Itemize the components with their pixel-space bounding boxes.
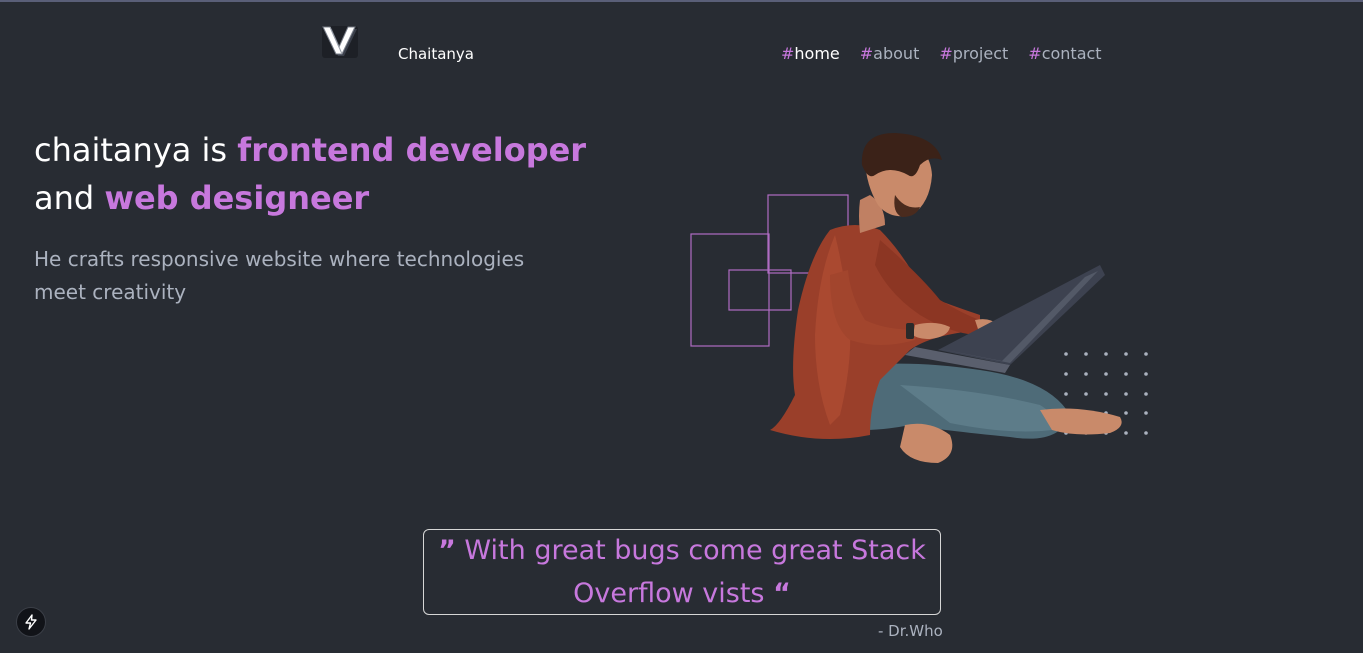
page: Chaitanya #home #about #project #contact… [0,0,1363,653]
nav-label: project [952,44,1009,63]
nav-contact[interactable]: #contact [1028,44,1101,64]
nav-label: home [794,44,840,63]
hero-title-accent-role: web designeer [104,179,370,217]
nav-home[interactable]: #home [781,44,840,64]
v-logo-icon[interactable] [320,23,362,61]
quote-box: ” With great bugs come great Stack Overf… [423,529,941,615]
nav-label: about [873,44,920,63]
main-nav: #home #about #project #contact [781,44,1102,64]
hero-title-accent-role: frontend developer [237,131,587,169]
nav-project[interactable]: #project [939,44,1008,64]
hero-title-text: chaitanya is [34,131,238,169]
nav-about[interactable]: #about [860,44,920,64]
nav-hash: # [939,44,953,63]
nav-hash: # [1028,44,1042,63]
nav-hash: # [859,44,874,63]
top-border [0,0,1363,2]
nav-label: contact [1041,44,1102,63]
hero-title-text: and [34,179,105,217]
hero-title: chaitanya is frontend developer and web d… [34,126,634,222]
quote-text: ” With great bugs come great Stack Overf… [436,529,928,615]
nav-hash: # [781,44,795,63]
developer-illustration [690,133,1148,463]
lightning-button[interactable] [16,607,46,637]
quote-author: - Dr.Who [878,622,943,640]
quote-close-mark: “ [773,578,791,609]
lightning-icon [25,614,37,630]
quote-body: With great bugs come great Stack Overflo… [455,535,926,609]
person-figure [770,133,1122,463]
brand-name[interactable]: Chaitanya [398,44,474,64]
hero-subtitle: He crafts responsive website where techn… [34,247,525,304]
quote-open-mark: ” [438,535,456,566]
